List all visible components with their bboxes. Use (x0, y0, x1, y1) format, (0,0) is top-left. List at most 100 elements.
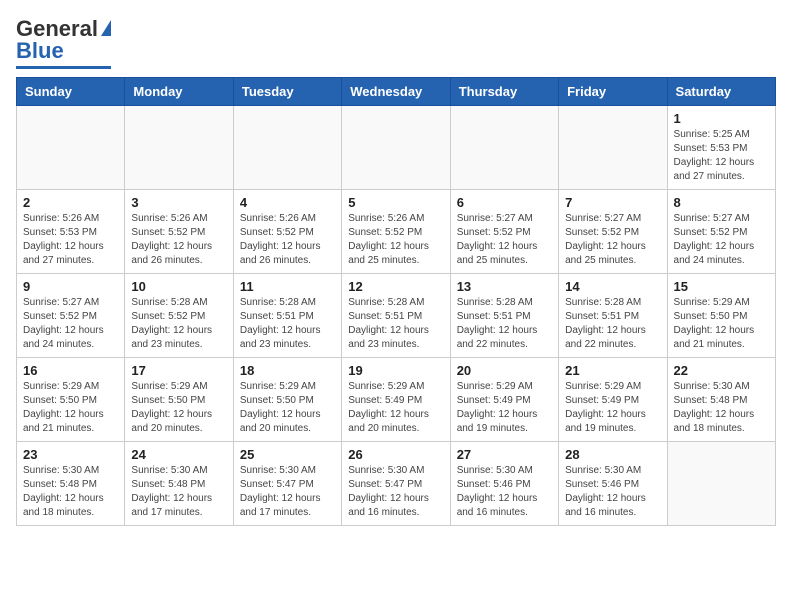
day-number: 15 (674, 279, 769, 294)
day-number: 5 (348, 195, 443, 210)
day-number: 4 (240, 195, 335, 210)
calendar-cell: 9 Sunrise: 5:27 AM Sunset: 5:52 PM Daylig… (17, 274, 125, 358)
calendar-cell: 22 Sunrise: 5:30 AM Sunset: 5:48 PM Dayli… (667, 358, 775, 442)
day-number: 24 (131, 447, 226, 462)
column-header-wednesday: Wednesday (342, 78, 450, 106)
calendar-cell: 6 Sunrise: 5:27 AM Sunset: 5:52 PM Daylig… (450, 190, 558, 274)
day-info: Sunrise: 5:27 AM Sunset: 5:52 PM Dayligh… (674, 212, 769, 268)
day-info: Sunrise: 5:30 AM Sunset: 5:48 PM Dayligh… (131, 464, 226, 520)
calendar-cell (667, 442, 775, 526)
calendar-cell: 10Sunrise: 5:28 AM Sunset: 5:52 PM Dayli… (125, 274, 233, 358)
day-info: Sunrise: 5:28 AM Sunset: 5:51 PM Dayligh… (348, 296, 443, 352)
calendar-header-row: SundayMondayTuesdayWednesdayThursdayFrid… (17, 78, 776, 106)
day-number: 26 (348, 447, 443, 462)
day-number: 21 (565, 363, 660, 378)
day-number: 20 (457, 363, 552, 378)
logo-triangle-icon (101, 20, 111, 36)
calendar-week-1: 1Sunrise: 5:25 AM Sunset: 5:53 PM Daylig… (17, 106, 776, 190)
calendar-cell: 20 Sunrise: 5:29 AM Sunset: 5:49 PM Dayli… (450, 358, 558, 442)
calendar-cell: 28Sunrise: 5:30 AM Sunset: 5:46 PM Dayli… (559, 442, 667, 526)
day-info: Sunrise: 5:28 AM Sunset: 5:51 PM Dayligh… (457, 296, 552, 352)
day-info: Sunrise: 5:27 AM Sunset: 5:52 PM Dayligh… (565, 212, 660, 268)
day-number: 19 (348, 363, 443, 378)
day-number: 25 (240, 447, 335, 462)
day-info: Sunrise: 5:29 AM Sunset: 5:50 PM Dayligh… (131, 380, 226, 436)
calendar-cell: 14 Sunrise: 5:28 AM Sunset: 5:51 PM Dayli… (559, 274, 667, 358)
day-info: Sunrise: 5:27 AM Sunset: 5:52 PM Dayligh… (23, 296, 118, 352)
calendar-cell: 27 Sunrise: 5:30 AM Sunset: 5:46 PM Dayli… (450, 442, 558, 526)
calendar-cell: 3Sunrise: 5:26 AM Sunset: 5:52 PM Daylig… (125, 190, 233, 274)
calendar-table: SundayMondayTuesdayWednesdayThursdayFrid… (16, 77, 776, 526)
day-number: 2 (23, 195, 118, 210)
day-info: Sunrise: 5:27 AM Sunset: 5:52 PM Dayligh… (457, 212, 552, 268)
calendar-cell (17, 106, 125, 190)
calendar-cell: 18 Sunrise: 5:29 AM Sunset: 5:50 PM Dayli… (233, 358, 341, 442)
calendar-cell: 13 Sunrise: 5:28 AM Sunset: 5:51 PM Dayli… (450, 274, 558, 358)
day-number: 11 (240, 279, 335, 294)
day-number: 1 (674, 111, 769, 126)
day-info: Sunrise: 5:29 AM Sunset: 5:50 PM Dayligh… (240, 380, 335, 436)
calendar-cell (233, 106, 341, 190)
day-info: Sunrise: 5:26 AM Sunset: 5:52 PM Dayligh… (131, 212, 226, 268)
day-info: Sunrise: 5:28 AM Sunset: 5:51 PM Dayligh… (240, 296, 335, 352)
calendar-cell: 11 Sunrise: 5:28 AM Sunset: 5:51 PM Dayli… (233, 274, 341, 358)
calendar-week-5: 23Sunrise: 5:30 AM Sunset: 5:48 PM Dayli… (17, 442, 776, 526)
calendar-cell: 23Sunrise: 5:30 AM Sunset: 5:48 PM Dayli… (17, 442, 125, 526)
logo-blue: Blue (16, 38, 64, 64)
day-info: Sunrise: 5:29 AM Sunset: 5:49 PM Dayligh… (348, 380, 443, 436)
calendar-cell (559, 106, 667, 190)
calendar-cell: 4 Sunrise: 5:26 AM Sunset: 5:52 PM Daylig… (233, 190, 341, 274)
day-number: 27 (457, 447, 552, 462)
column-header-saturday: Saturday (667, 78, 775, 106)
logo: General Blue (16, 16, 111, 69)
day-number: 6 (457, 195, 552, 210)
column-header-friday: Friday (559, 78, 667, 106)
calendar-cell: 24 Sunrise: 5:30 AM Sunset: 5:48 PM Dayli… (125, 442, 233, 526)
calendar-cell: 7 Sunrise: 5:27 AM Sunset: 5:52 PM Daylig… (559, 190, 667, 274)
column-header-tuesday: Tuesday (233, 78, 341, 106)
day-info: Sunrise: 5:29 AM Sunset: 5:50 PM Dayligh… (23, 380, 118, 436)
column-header-thursday: Thursday (450, 78, 558, 106)
calendar-cell (125, 106, 233, 190)
calendar-cell: 26 Sunrise: 5:30 AM Sunset: 5:47 PM Dayli… (342, 442, 450, 526)
day-info: Sunrise: 5:29 AM Sunset: 5:49 PM Dayligh… (457, 380, 552, 436)
calendar-cell: 12 Sunrise: 5:28 AM Sunset: 5:51 PM Dayli… (342, 274, 450, 358)
calendar-cell: 25 Sunrise: 5:30 AM Sunset: 5:47 PM Dayli… (233, 442, 341, 526)
calendar-cell: 19 Sunrise: 5:29 AM Sunset: 5:49 PM Dayli… (342, 358, 450, 442)
day-number: 22 (674, 363, 769, 378)
day-number: 18 (240, 363, 335, 378)
day-info: Sunrise: 5:30 AM Sunset: 5:46 PM Dayligh… (457, 464, 552, 520)
day-info: Sunrise: 5:26 AM Sunset: 5:52 PM Dayligh… (240, 212, 335, 268)
column-header-monday: Monday (125, 78, 233, 106)
day-info: Sunrise: 5:29 AM Sunset: 5:50 PM Dayligh… (674, 296, 769, 352)
day-info: Sunrise: 5:28 AM Sunset: 5:51 PM Dayligh… (565, 296, 660, 352)
day-number: 14 (565, 279, 660, 294)
calendar-cell: 1Sunrise: 5:25 AM Sunset: 5:53 PM Daylig… (667, 106, 775, 190)
calendar-cell: 17 Sunrise: 5:29 AM Sunset: 5:50 PM Dayli… (125, 358, 233, 442)
page-header: General Blue (16, 16, 776, 69)
calendar-cell: 8 Sunrise: 5:27 AM Sunset: 5:52 PM Daylig… (667, 190, 775, 274)
calendar-week-2: 2 Sunrise: 5:26 AM Sunset: 5:53 PM Daylig… (17, 190, 776, 274)
calendar-cell: 2 Sunrise: 5:26 AM Sunset: 5:53 PM Daylig… (17, 190, 125, 274)
calendar-cell: 16Sunrise: 5:29 AM Sunset: 5:50 PM Dayli… (17, 358, 125, 442)
calendar-cell (342, 106, 450, 190)
calendar-week-4: 16Sunrise: 5:29 AM Sunset: 5:50 PM Dayli… (17, 358, 776, 442)
day-info: Sunrise: 5:26 AM Sunset: 5:52 PM Dayligh… (348, 212, 443, 268)
day-number: 13 (457, 279, 552, 294)
logo-underline (16, 66, 111, 69)
day-number: 12 (348, 279, 443, 294)
day-number: 28 (565, 447, 660, 462)
day-info: Sunrise: 5:26 AM Sunset: 5:53 PM Dayligh… (23, 212, 118, 268)
column-header-sunday: Sunday (17, 78, 125, 106)
calendar-cell: 15 Sunrise: 5:29 AM Sunset: 5:50 PM Dayli… (667, 274, 775, 358)
day-number: 9 (23, 279, 118, 294)
day-info: Sunrise: 5:30 AM Sunset: 5:47 PM Dayligh… (348, 464, 443, 520)
day-info: Sunrise: 5:30 AM Sunset: 5:47 PM Dayligh… (240, 464, 335, 520)
day-info: Sunrise: 5:30 AM Sunset: 5:48 PM Dayligh… (674, 380, 769, 436)
day-info: Sunrise: 5:30 AM Sunset: 5:48 PM Dayligh… (23, 464, 118, 520)
day-number: 8 (674, 195, 769, 210)
day-number: 7 (565, 195, 660, 210)
day-number: 17 (131, 363, 226, 378)
day-info: Sunrise: 5:28 AM Sunset: 5:52 PM Dayligh… (131, 296, 226, 352)
calendar-cell (450, 106, 558, 190)
